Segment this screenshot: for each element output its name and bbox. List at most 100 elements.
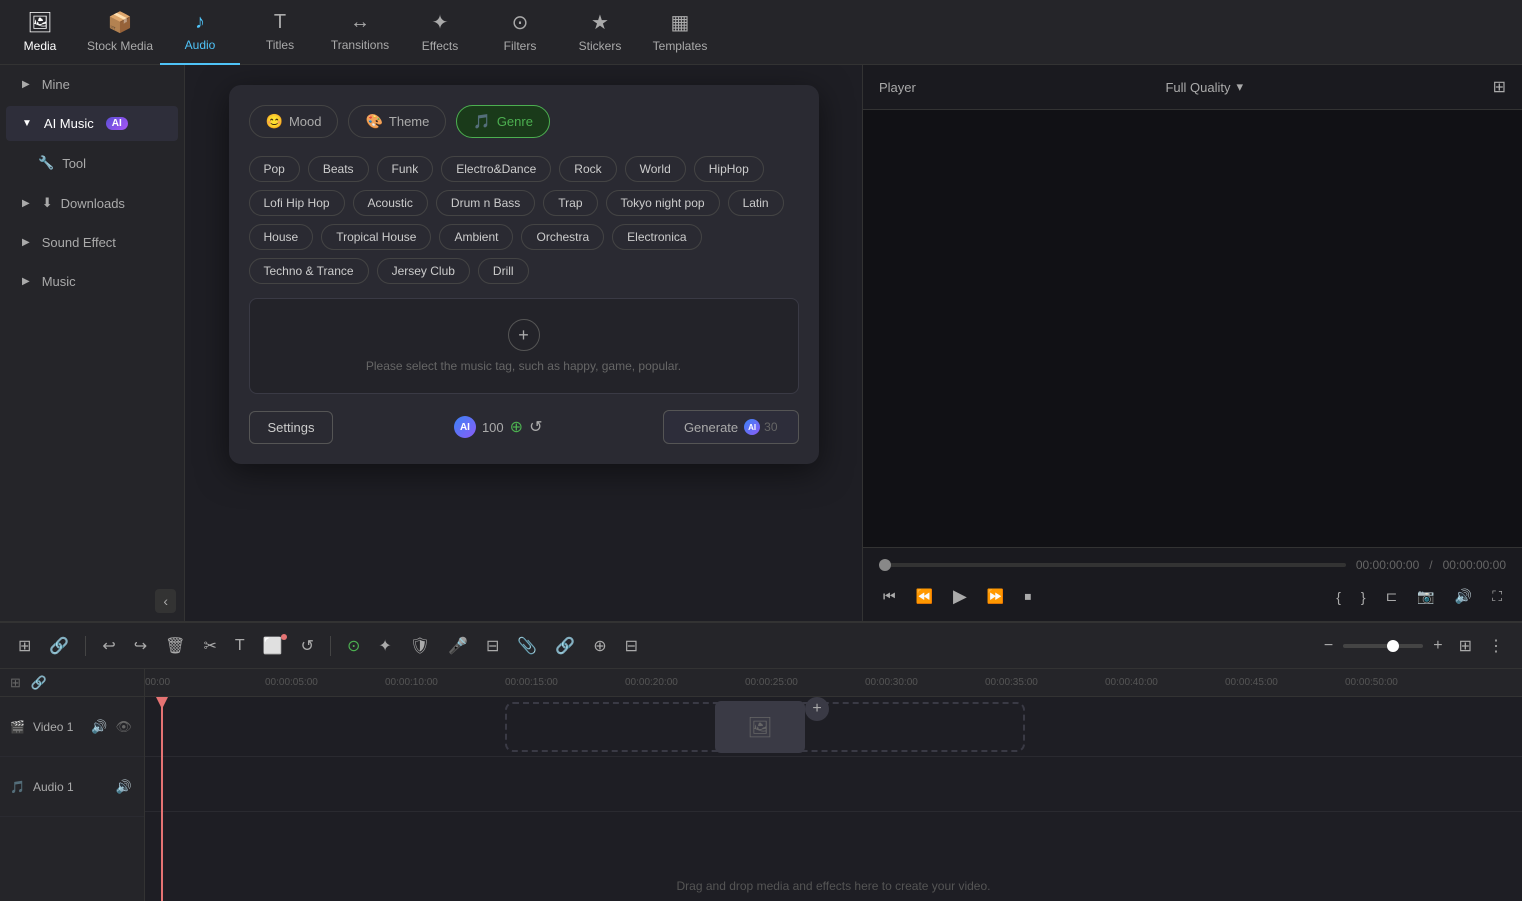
progress-bar[interactable] (879, 563, 1346, 567)
replace-button[interactable]: ⊟ (619, 632, 644, 660)
sidebar-item-downloads[interactable]: ▶ ⬇ Downloads (6, 185, 178, 221)
layers-button[interactable]: ⊟ (480, 632, 505, 660)
genre-tag-electronica[interactable]: Electronica (612, 224, 701, 250)
redo-button[interactable]: ↪ (128, 632, 153, 660)
nav-titles[interactable]: T Titles (240, 0, 320, 65)
mic-button[interactable]: 🎤 (442, 632, 474, 660)
audio-speaker-button[interactable]: 🔊 (114, 777, 134, 797)
quality-dropdown[interactable]: Full Quality ▾ (1165, 79, 1243, 95)
zoom-slider[interactable] (1343, 644, 1423, 648)
video-speaker-button[interactable]: 🔊 (89, 717, 109, 737)
tab-theme-label: Theme (389, 114, 429, 129)
genre-tag-funk[interactable]: Funk (377, 156, 434, 182)
genre-tag-electro-dance[interactable]: Electro&Dance (441, 156, 551, 182)
genre-tag-beats[interactable]: Beats (308, 156, 369, 182)
transitions-icon: ↔ (350, 11, 370, 34)
sidebar-downloads-label: Downloads (61, 196, 125, 211)
sidebar-item-tool[interactable]: 🔧 Tool (6, 145, 178, 181)
genre-tag-tropical-house[interactable]: Tropical House (321, 224, 431, 250)
zoom-in-button[interactable]: + (1427, 633, 1448, 659)
skip-back-button[interactable]: ⏮ (879, 584, 900, 609)
collapse-sidebar-button[interactable]: ‹ (155, 589, 176, 613)
genre-tag-drill[interactable]: Drill (478, 258, 529, 284)
green-dot-button[interactable]: ⊙ (341, 632, 366, 660)
volume-button[interactable]: 🔊 (1451, 584, 1476, 609)
frame-back-button[interactable]: ⏪ (912, 584, 937, 609)
timeline-ruler[interactable]: 00:0000:00:05:0000:00:10:0000:00:15:0000… (145, 669, 1522, 697)
progress-bar-area[interactable]: 00:00:00:00 / 00:00:00:00 (879, 558, 1506, 572)
tab-genre[interactable]: 🎵 Genre (456, 105, 550, 138)
scene-button[interactable]: ⊞ (12, 632, 37, 660)
genre-tag-ambient[interactable]: Ambient (439, 224, 513, 250)
link2-button[interactable]: 🔗 (549, 632, 581, 660)
out-point-button[interactable]: } (1357, 585, 1370, 609)
snapshot-button[interactable]: 📷 (1413, 584, 1438, 609)
ruler-tick-3: 00:00:15:00 (505, 677, 558, 688)
genre-tag-orchestra[interactable]: Orchestra (521, 224, 604, 250)
video-eye-button[interactable]: 👁 (113, 717, 134, 737)
link-button[interactable]: 🔗 (43, 632, 75, 660)
add-tag-button[interactable]: + (508, 319, 540, 351)
sidebar-item-sound-effect[interactable]: ▶ Sound Effect (6, 225, 178, 260)
settings-button[interactable]: Settings (249, 411, 334, 444)
genre-tag-tokyo-night-pop[interactable]: Tokyo night pop (606, 190, 720, 216)
more-button[interactable]: ⋮ (1482, 632, 1510, 660)
nav-media[interactable]: 🖼 Media (0, 0, 80, 65)
genre-tag-world[interactable]: World (625, 156, 686, 182)
nav-templates[interactable]: ▦ Templates (640, 0, 720, 65)
nav-stickers[interactable]: ★ Stickers (560, 0, 640, 65)
genre-tag-rock[interactable]: Rock (559, 156, 616, 182)
refresh-button[interactable]: ↺ (529, 417, 542, 437)
video-track-name: Video 1 (33, 720, 73, 734)
playhead[interactable] (161, 697, 163, 901)
magnet-button[interactable]: 🔗 (29, 673, 49, 693)
add-media-button[interactable]: + (805, 697, 829, 721)
delete-button[interactable]: 🗑 (159, 632, 191, 660)
frame-forward-button[interactable]: ⏩ (983, 584, 1008, 609)
genre-tag-acoustic[interactable]: Acoustic (353, 190, 428, 216)
generate-button[interactable]: Generate AI 30 (663, 410, 799, 444)
in-point-button[interactable]: { (1332, 585, 1345, 609)
nav-filters[interactable]: ⊙ Filters (480, 0, 560, 65)
preview-expand-button[interactable]: ⊞ (1493, 77, 1506, 97)
genre-tag-hiphop[interactable]: HipHop (694, 156, 764, 182)
add-track-button[interactable]: ⊞ (8, 673, 23, 693)
nav-audio[interactable]: ♪ Audio (160, 0, 240, 65)
genre-tag-lofi-hip-hop[interactable]: Lofi Hip Hop (249, 190, 345, 216)
play-button[interactable]: ▶ (949, 582, 971, 611)
split-button[interactable]: ⊏ (1382, 584, 1402, 609)
genre-tag-trap[interactable]: Trap (543, 190, 597, 216)
genre-tag-drum-n-bass[interactable]: Drum n Bass (436, 190, 535, 216)
sidebar: ▶ Mine ▼ AI Music AI 🔧 Tool ▶ ⬇ Download… (0, 65, 185, 621)
tab-theme[interactable]: 🎨 Theme (348, 105, 446, 138)
tag-selection-area: + Please select the music tag, such as h… (249, 298, 799, 394)
genre-tag-techno-trance[interactable]: Techno & Trance (249, 258, 369, 284)
genre-tag-house[interactable]: House (249, 224, 314, 250)
shield-button[interactable]: 🛡 (404, 632, 436, 660)
sidebar-item-mine[interactable]: ▶ Mine (6, 67, 178, 102)
undo-button[interactable]: ↩ (96, 632, 121, 660)
nav-stock-media[interactable]: 📦 Stock Media (80, 0, 160, 65)
sidebar-item-music[interactable]: ▶ Music (6, 264, 178, 299)
clip-button[interactable]: 📎 (511, 632, 543, 660)
tab-mood[interactable]: 😊 Mood (249, 105, 339, 138)
genre-tag-jersey-club[interactable]: Jersey Club (377, 258, 470, 284)
nav-effects[interactable]: ✦ Effects (400, 0, 480, 65)
progress-thumb[interactable] (879, 559, 891, 571)
speed-button[interactable]: ↺ (295, 632, 320, 660)
zoom-out-button[interactable]: − (1318, 633, 1339, 659)
insert-button[interactable]: ⊕ (587, 632, 612, 660)
genre-tag-latin[interactable]: Latin (728, 190, 784, 216)
stop-button[interactable]: ⏹ (1020, 584, 1035, 609)
fx-button[interactable]: ✦ (372, 632, 397, 660)
crop-button[interactable]: ⬜ (257, 632, 289, 660)
sidebar-item-ai-music[interactable]: ▼ AI Music AI (6, 106, 178, 141)
music-chevron: ▶ (22, 276, 30, 287)
fullscreen-button[interactable]: ⛶ (1488, 584, 1506, 609)
add-credits-button[interactable]: ⊕ (510, 417, 523, 437)
cut-button[interactable]: ✂ (197, 632, 222, 660)
grid-button[interactable]: ⊞ (1453, 632, 1478, 660)
text-button[interactable]: T (229, 633, 251, 659)
genre-tag-pop[interactable]: Pop (249, 156, 300, 182)
nav-transitions[interactable]: ↔ Transitions (320, 0, 400, 65)
